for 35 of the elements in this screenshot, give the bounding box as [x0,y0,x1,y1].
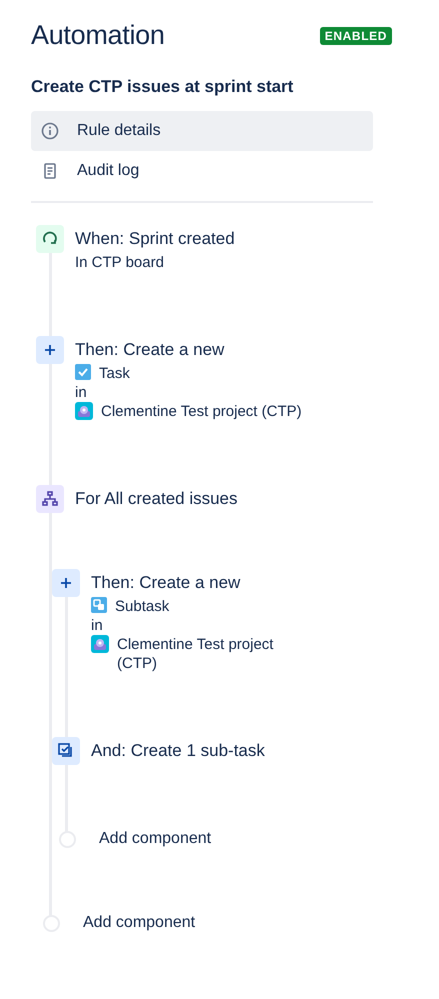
project-avatar-icon [91,635,109,653]
menu-item[interactable]: Rule details [31,111,373,151]
component-icon-box[interactable] [36,225,64,253]
refresh-icon [42,231,58,247]
component-title[interactable]: For All created issues [75,485,317,513]
component-title[interactable]: When: Sprint created [75,225,235,253]
status-badge: ENABLED [320,26,392,44]
info-icon [41,122,59,140]
checkbox-icon [75,364,91,380]
rule-name: Create CTP issues at sprint start [31,77,294,97]
component-detail: Clementine Test project (CTP) [101,402,302,421]
component-detail: in [75,383,87,402]
component-title[interactable]: Then: Create a new [91,569,317,597]
menu-item[interactable]: Audit log [31,151,373,191]
component-icon-box[interactable] [36,336,64,364]
component-title[interactable]: Then: Create a new [75,336,302,364]
plus-icon [44,344,56,356]
document-icon [41,162,59,180]
project-avatar-icon [75,402,93,420]
component-detail: Task [99,364,130,383]
hierarchy-icon [42,491,58,507]
add-component-link[interactable]: Add component [99,829,212,849]
add-component-link[interactable]: Add component [83,913,196,933]
component-detail: Subtask [115,597,170,616]
subtask-icon [58,743,74,759]
component-icon-box[interactable] [52,737,80,765]
component-icon-box[interactable] [36,485,64,513]
component-title[interactable]: And: Create 1 sub-task [91,737,265,765]
component-detail: in [91,616,103,635]
subtask-icon [91,597,107,613]
page-title: Automation [31,20,165,51]
component-detail: In CTP board [75,253,164,272]
component-icon-box[interactable] [52,569,80,597]
plus-icon [60,577,72,589]
component-detail: Clementine Test project (CTP) [117,635,274,673]
